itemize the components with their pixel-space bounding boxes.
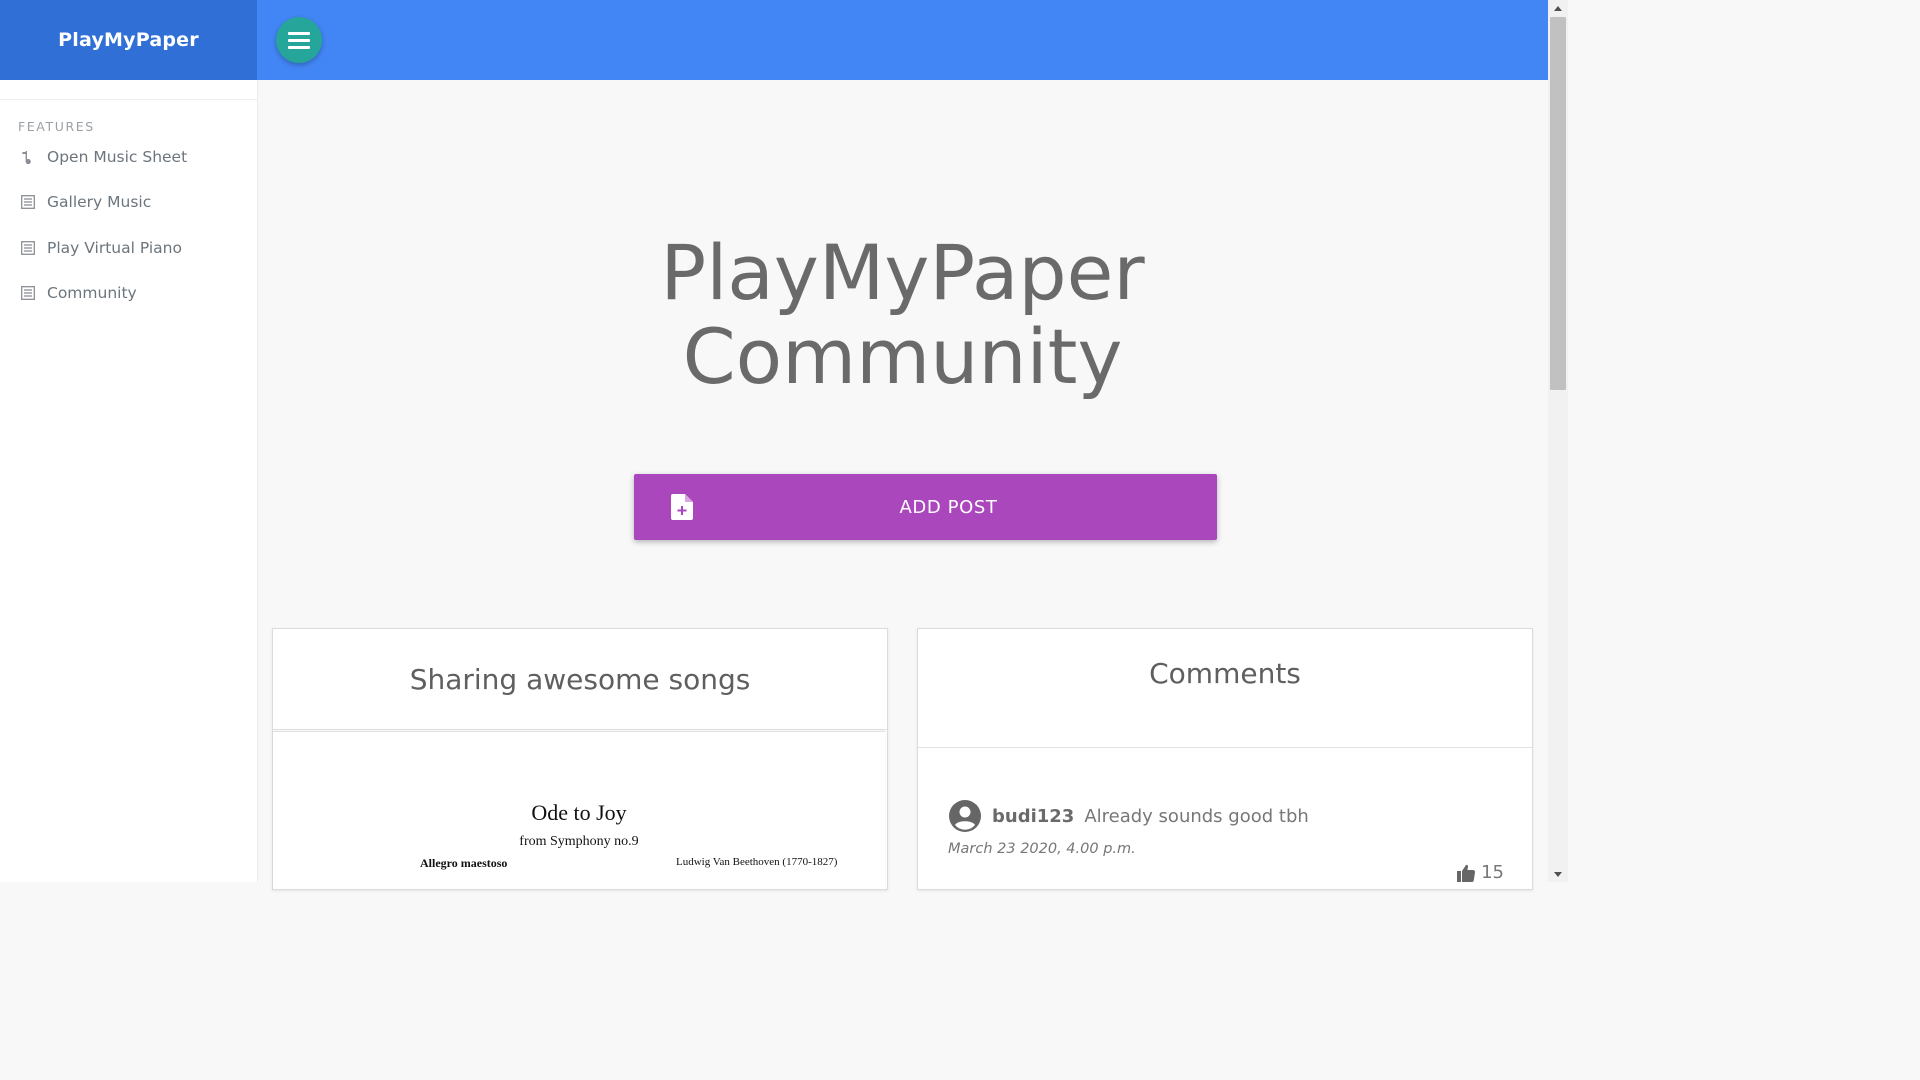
scroll-up-arrow-icon[interactable] — [1548, 0, 1568, 16]
sidebar-item-gallery-music[interactable]: Gallery Music — [0, 180, 257, 226]
add-post-button[interactable]: ADD POST — [634, 474, 1217, 540]
add-post-label: ADD POST — [899, 496, 998, 518]
like-count: 15 — [1481, 862, 1504, 883]
sidebar-item-label: Play Virtual Piano — [47, 238, 182, 257]
sidebar-item-community[interactable]: Community — [0, 271, 257, 317]
main-content: PlayMyPaper Community ADD POST Sharing a… — [257, 80, 1548, 890]
hamburger-icon — [288, 28, 310, 53]
list-icon — [20, 285, 36, 301]
comment-item: budi123 Already sounds good tbh March 23… — [948, 799, 1503, 857]
top-bar — [257, 0, 1548, 80]
brand-logo[interactable]: PlayMyPaper — [0, 0, 257, 80]
like-button[interactable]: 15 — [1457, 862, 1504, 883]
sidebar-section-label: FEATURES — [18, 119, 95, 134]
comments-card-title: Comments — [918, 629, 1532, 748]
page-title-line2: Community — [682, 311, 1123, 401]
sidebar-item-play-virtual-piano[interactable]: Play Virtual Piano — [0, 225, 257, 271]
menu-toggle-button[interactable] — [276, 17, 322, 63]
posts-card-title-text: Sharing awesome songs — [409, 662, 751, 696]
page-title-line1: PlayMyPaper — [660, 227, 1145, 317]
music-note-icon — [20, 149, 36, 165]
music-sheet-preview[interactable]: Ode to Joy from Symphony no.9 Allegro ma… — [273, 731, 885, 892]
sheet-subtitle: from Symphony no.9 — [519, 834, 639, 849]
sidebar-item-open-music-sheet[interactable]: Open Music Sheet — [0, 134, 257, 180]
scroll-down-arrow-icon[interactable] — [1548, 866, 1568, 882]
scrollbar-thumb[interactable] — [1550, 17, 1566, 390]
comment-username[interactable]: budi123 — [992, 806, 1074, 827]
vertical-scrollbar[interactable] — [1548, 0, 1568, 882]
sheet-title: Ode to Joy — [531, 800, 627, 825]
posts-card: Sharing awesome songs Ode to Joy from Sy… — [272, 628, 888, 890]
comment-text: Already sounds good tbh — [1084, 805, 1309, 827]
sidebar-item-label: Open Music Sheet — [47, 147, 188, 166]
sheet-tempo: Allegro maestoso — [420, 856, 508, 870]
sheet-composer: Ludwig Van Beethoven (1770-1827) — [676, 856, 838, 868]
sidebar: FEATURES Open Music Sheet Gallery Music … — [0, 80, 258, 882]
comment-date: March 23 2020, 4.00 p.m. — [948, 841, 1136, 857]
page-title: PlayMyPaper Community — [257, 227, 1548, 401]
comments-card: Comments budi123 Already sounds good tbh… — [917, 628, 1533, 890]
brand-title: PlayMyPaper — [58, 29, 199, 51]
sidebar-item-label: Gallery Music — [47, 193, 152, 212]
list-icon — [20, 240, 36, 256]
file-plus-icon — [671, 494, 693, 524]
comments-card-title-text: Comments — [1149, 657, 1301, 690]
sidebar-item-label: Community — [47, 284, 137, 303]
list-icon — [20, 194, 36, 210]
posts-card-title: Sharing awesome songs — [273, 629, 887, 730]
user-avatar-icon — [948, 799, 982, 833]
sidebar-divider — [0, 80, 257, 100]
thumbs-up-icon — [1457, 864, 1476, 882]
